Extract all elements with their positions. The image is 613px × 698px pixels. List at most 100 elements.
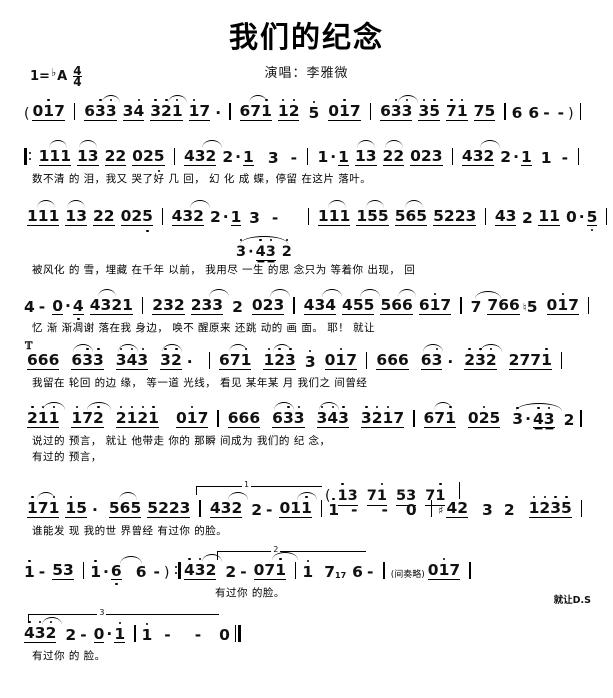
note-group: 671 bbox=[423, 401, 456, 428]
time-signature: 4 4 bbox=[73, 65, 82, 90]
barline bbox=[587, 297, 590, 314]
note-group: 565 bbox=[394, 199, 428, 226]
lyrics-line: 谁能发 现 我的世 界曾经 有过你 的脸。 bbox=[32, 525, 228, 537]
note-group: 017 bbox=[175, 405, 209, 428]
key-signature: 1= ♭ A 4 4 bbox=[30, 65, 82, 90]
close-paren: ) bbox=[568, 106, 574, 122]
note-group: 22 bbox=[92, 206, 115, 226]
alternate-notes: 3 · 43 2 bbox=[233, 236, 295, 261]
note-group: 2771 bbox=[508, 347, 552, 370]
staff-line-verse1c: 4 - 0 · 4 4321 232 233 2 023 434 455 566 6… bbox=[0, 288, 613, 335]
note-group: 432 bbox=[209, 491, 248, 518]
note-group: 666 bbox=[376, 350, 409, 370]
note-group: 7 bbox=[471, 290, 501, 316]
note-group: 3 · 43 bbox=[512, 402, 563, 428]
barline bbox=[458, 482, 460, 499]
note-group: 766 bbox=[487, 295, 520, 315]
note-group: 017 bbox=[427, 557, 461, 580]
note-group: 123 bbox=[263, 343, 296, 370]
note-group: 111 bbox=[27, 199, 60, 226]
note-group: 432 bbox=[171, 199, 210, 226]
note-group: 22 bbox=[104, 146, 127, 166]
note-group: 023 bbox=[251, 288, 290, 315]
key-label: 1= bbox=[30, 69, 50, 85]
barline bbox=[580, 500, 583, 517]
note-group: 2121 bbox=[115, 405, 159, 428]
volta-number: 1 bbox=[242, 480, 252, 489]
barline bbox=[208, 352, 211, 369]
note-group: 232 bbox=[152, 295, 185, 315]
note-group: 565 bbox=[108, 491, 142, 518]
note-group: 633 bbox=[84, 94, 121, 121]
note-group: 32 bbox=[160, 343, 183, 370]
note-group: 1235 bbox=[528, 495, 572, 518]
note-group: 75 bbox=[473, 101, 496, 121]
note-group: 171 bbox=[27, 491, 60, 518]
barline bbox=[369, 103, 372, 120]
note-group: 111 bbox=[38, 139, 71, 166]
note-group: 025 bbox=[132, 146, 165, 172]
note-row: 666 633 343 32 · 671 123 3 017 666 63 · 23… bbox=[0, 343, 613, 370]
note-group: 671 bbox=[219, 343, 252, 370]
note-group: 53 bbox=[52, 560, 74, 580]
barline bbox=[141, 297, 144, 314]
note-group: 35 bbox=[418, 98, 441, 121]
staff-line-chorus3: 171 15 · 565 5223 432 2 - 011 1 - - 0 ♯ 42… bbox=[0, 491, 613, 538]
note-group: 4321 bbox=[89, 288, 133, 315]
key-note: A bbox=[57, 69, 68, 85]
note-row: 111 13 22 025 432 2 · 1 3 - 111 155 565 52… bbox=[0, 199, 613, 232]
note-group: 025 bbox=[120, 206, 153, 232]
note-row: 111 13 22 025 432 2 · 1 3 - 1 · 1 13 22 023 … bbox=[0, 139, 613, 172]
note-group: 017 bbox=[32, 98, 65, 121]
repeat-open-icon bbox=[24, 148, 32, 165]
note-group: 025 bbox=[467, 405, 501, 428]
note-group: 5223 bbox=[433, 206, 477, 226]
volta-number: 3 bbox=[97, 608, 107, 617]
note-group: 566 bbox=[380, 288, 417, 315]
barline bbox=[366, 352, 368, 369]
final-barline-icon bbox=[234, 625, 242, 642]
note-group: 633 bbox=[71, 343, 104, 370]
note-group: 2 · 1 bbox=[209, 207, 242, 226]
note-group: 13 bbox=[65, 199, 87, 226]
lyrics-line: 忆 渐 渐凋谢 落在我 身边， 唤不 醒原来 还跳 动的 画 面。 耶！ 就让 bbox=[32, 322, 376, 334]
note-row: 4 - 0 · 4 4321 232 233 2 023 434 455 566 6… bbox=[0, 288, 613, 320]
barline bbox=[451, 148, 453, 165]
note-group: 1 · 1 bbox=[317, 147, 349, 166]
barline bbox=[578, 148, 580, 165]
note-group: 0 · 4 bbox=[52, 296, 84, 320]
note-group: 42 bbox=[446, 498, 469, 518]
note-row: 432 2 - 0 · 1 1 - - 0 bbox=[0, 616, 613, 643]
barline bbox=[504, 103, 506, 120]
barline bbox=[606, 208, 608, 225]
note-group: 172 bbox=[71, 401, 112, 428]
note-group: 432 bbox=[183, 139, 222, 166]
barline bbox=[485, 208, 486, 225]
barline bbox=[73, 103, 76, 120]
note-group: 2 · 1 bbox=[500, 147, 532, 166]
note-group: 34 bbox=[122, 98, 145, 121]
note-group: 017 bbox=[328, 98, 361, 121]
note-group: 15 bbox=[65, 495, 87, 518]
note-group: 017 bbox=[546, 292, 579, 315]
staff-line-verse1a: 111 13 22 025 432 2 · 1 3 - 1 · 1 13 22 023 … bbox=[0, 139, 613, 186]
note-group: 617 bbox=[418, 292, 452, 315]
lyrics-line: 我留在 轮回 的边 缘， 等一道 光线， 看见 某年某 月 我们之 间曾经 bbox=[32, 377, 368, 389]
note-row: 171 15 · 565 5223 432 2 - 011 1 - - 0 ♯ 42… bbox=[0, 491, 613, 518]
note-group: 233 bbox=[190, 288, 229, 315]
page-title: 我们的纪念 bbox=[228, 20, 384, 54]
time-denominator: 4 bbox=[73, 75, 82, 90]
note-group: 2 · 1 bbox=[222, 147, 254, 166]
note-group: 434 bbox=[303, 288, 342, 315]
interlude-note: (间奏略) bbox=[390, 570, 425, 580]
note-group: 633 bbox=[272, 401, 305, 428]
note-group: 432 bbox=[461, 139, 500, 166]
note-group: 12 bbox=[277, 98, 300, 121]
sharp-icon: ♯ bbox=[438, 504, 444, 517]
note-group: 017 bbox=[324, 347, 358, 370]
lyrics-line: 被风化 的 雪，埋藏 在千年 以前， 我用尽 一生 的思 念只为 等着你 出现，… bbox=[32, 264, 416, 276]
barline bbox=[82, 562, 85, 579]
lyrics-line-2: 有过的 预言， bbox=[32, 451, 102, 463]
note-group: 22 bbox=[382, 139, 405, 166]
note-group: 455 bbox=[342, 288, 381, 315]
